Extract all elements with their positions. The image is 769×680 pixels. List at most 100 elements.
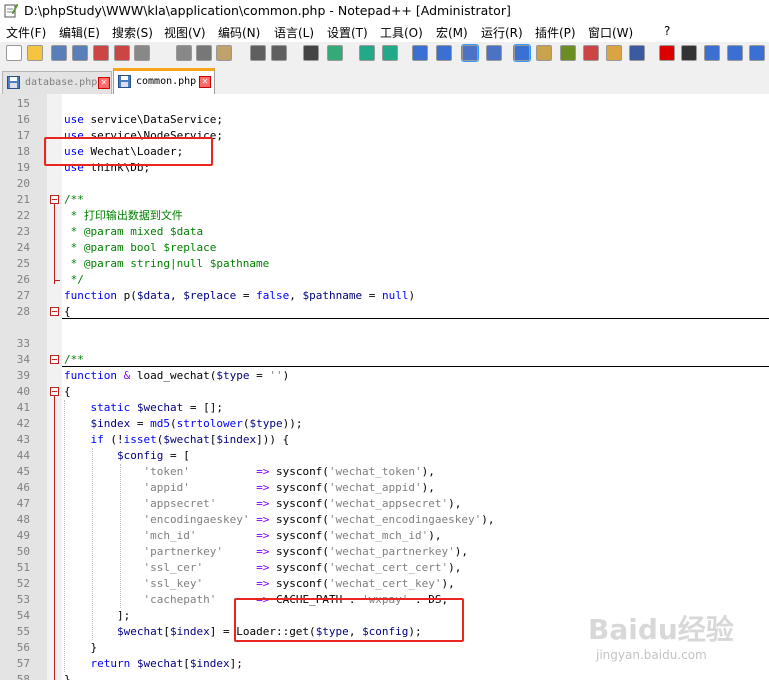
menu-item-0[interactable]: 文件(F) [6,24,46,41]
menu-item-8[interactable]: 宏(M) [436,24,468,41]
play-macro-icon[interactable] [704,45,720,61]
line-number: 16 [16,113,30,126]
fold-toggle-icon[interactable] [50,307,59,316]
code-line[interactable]: 50 'partnerkey' => sysconf('wechat_partn… [0,544,769,560]
code-line[interactable]: 24 * @param bool $replace [0,240,769,256]
lang-icon[interactable] [536,45,552,61]
menu-item-11[interactable]: 窗口(W) [588,24,633,41]
sync-h-icon[interactable] [436,45,452,61]
save-macro-icon[interactable] [749,45,765,61]
doc-map-icon[interactable] [560,45,576,61]
tab-common-php[interactable]: common.php ✕ [113,68,215,97]
open-file-icon[interactable] [27,45,43,61]
code-line[interactable]: 41 static $wechat = []; [0,400,769,416]
code-text: * @param string|null $pathname [64,257,270,270]
code-line[interactable]: 51 'ssl_cer' => sysconf('wechat_cert_cer… [0,560,769,576]
replace-icon[interactable] [327,45,343,61]
close-icon[interactable]: ✕ [98,77,110,89]
line-number: 58 [16,673,30,680]
print-icon[interactable] [134,45,150,61]
new-file-icon[interactable] [6,45,22,61]
code-line[interactable]: 47 'appsecret' => sysconf('wechat_appsec… [0,496,769,512]
code-line[interactable]: 27 function p($data, $replace = false, $p… [0,288,769,304]
code-line[interactable]: 46 'appid' => sysconf('wechat_appid'), [0,480,769,496]
menu-item-2[interactable]: 搜索(S) [112,24,153,41]
code-text: $config = [ [116,449,190,462]
menu-item-4[interactable]: 编码(N) [218,24,260,41]
line-number: 15 [16,97,30,110]
window-title: D:\phpStudy\WWW\kla\application\common.p… [24,3,511,18]
code-line[interactable]: 48 'encodingaeskey' => sysconf('wechat_e… [0,512,769,528]
fold-toggle-icon[interactable] [50,195,59,204]
code-line[interactable]: 39 function & load_wechat($type = '') [0,368,769,384]
close-icon[interactable] [93,45,109,61]
fold-toggle-icon[interactable] [50,387,59,396]
record-macro-icon[interactable] [659,45,675,61]
code-line[interactable]: 45 'token' => sysconf('wechat_token'), [0,464,769,480]
code-line[interactable]: 33 [0,336,769,352]
copy-icon[interactable] [196,45,212,61]
close-icon[interactable]: ✕ [199,76,211,88]
save-icon[interactable] [51,45,67,61]
code-line[interactable]: 52 'ssl_key' => sysconf('wechat_cert_key… [0,576,769,592]
zoom-out-icon[interactable] [382,45,398,61]
menu-item-9[interactable]: 运行(R) [481,24,523,41]
code-editor[interactable]: 15 16 use service\DataService; 17 use servic… [0,94,769,680]
line-number: 53 [16,593,30,606]
paste-icon[interactable] [216,45,232,61]
folder-icon[interactable] [606,45,622,61]
fold-toggle-icon[interactable] [50,355,59,364]
tab-strip: database.php ✕ common.php ✕ [0,66,769,97]
line-number: 55 [16,625,30,638]
menu-item-7[interactable]: 工具(O) [380,24,423,41]
save-disk-icon [118,75,131,88]
cut-icon[interactable] [176,45,192,61]
menu-bar: 文件(F) 编辑(E) 搜索(S) 视图(V) 编码(N) 语言(L) 设置(T) 工具(O)… [0,22,769,42]
code-line[interactable]: 15 [0,96,769,112]
sync-v-icon[interactable] [412,45,428,61]
line-number: 42 [16,417,30,430]
code-line[interactable]: 44 $config = [ [0,448,769,464]
line-number: 20 [16,177,30,190]
code-text: ]; [64,609,131,622]
line-number: 33 [16,337,30,350]
show-all-chars-icon[interactable] [486,45,502,61]
code-text: * @param bool $replace [64,241,217,254]
stop-macro-icon[interactable] [681,45,697,61]
code-line[interactable]: 23 * @param mixed $data [0,224,769,240]
code-line[interactable]: 49 'mch_id' => sysconf('wechat_mch_id'), [0,528,769,544]
redo-icon[interactable] [271,45,287,61]
close-all-icon[interactable] [114,45,130,61]
zoom-in-icon[interactable] [359,45,375,61]
code-text: /** [64,193,84,206]
line-number: 48 [16,513,30,526]
code-line[interactable]: 26 */ [0,272,769,288]
undo-icon[interactable] [250,45,266,61]
save-all-icon[interactable] [72,45,88,61]
code-line[interactable]: 21 /** [0,192,769,208]
menu-item-5[interactable]: 语言(L) [274,24,314,41]
fold-line [54,204,55,284]
function-list-icon[interactable] [583,45,599,61]
code-line[interactable]: 40 { [0,384,769,400]
find-icon[interactable] [303,45,319,61]
menu-item-1[interactable]: 编辑(E) [59,24,100,41]
menu-item-3[interactable]: 视图(V) [164,24,206,41]
code-line[interactable]: 42 $index = md5(strtolower($type)); [0,416,769,432]
code-line[interactable]: 58} [0,672,769,680]
code-line[interactable]: 22 * 打印输出数据到文件 [0,208,769,224]
word-wrap-icon[interactable] [461,44,479,62]
line-number: 44 [16,449,30,462]
line-number: 25 [16,257,30,270]
menu-item-10[interactable]: 插件(P) [535,24,576,41]
menu-item-6[interactable]: 设置(T) [327,24,368,41]
code-line[interactable]: 20 [0,176,769,192]
code-line[interactable]: 43 if (!isset($wechat[$index])) { [0,432,769,448]
indent-guide-icon[interactable] [513,44,531,62]
monitor-icon[interactable] [629,45,645,61]
code-line[interactable]: 16 use service\DataService; [0,112,769,128]
run-macro-icon[interactable] [727,45,743,61]
menu-item-12[interactable]: ? [664,24,670,38]
code-line[interactable]: 25 * @param string|null $pathname [0,256,769,272]
tab-database-php[interactable]: database.php ✕ [2,71,112,94]
